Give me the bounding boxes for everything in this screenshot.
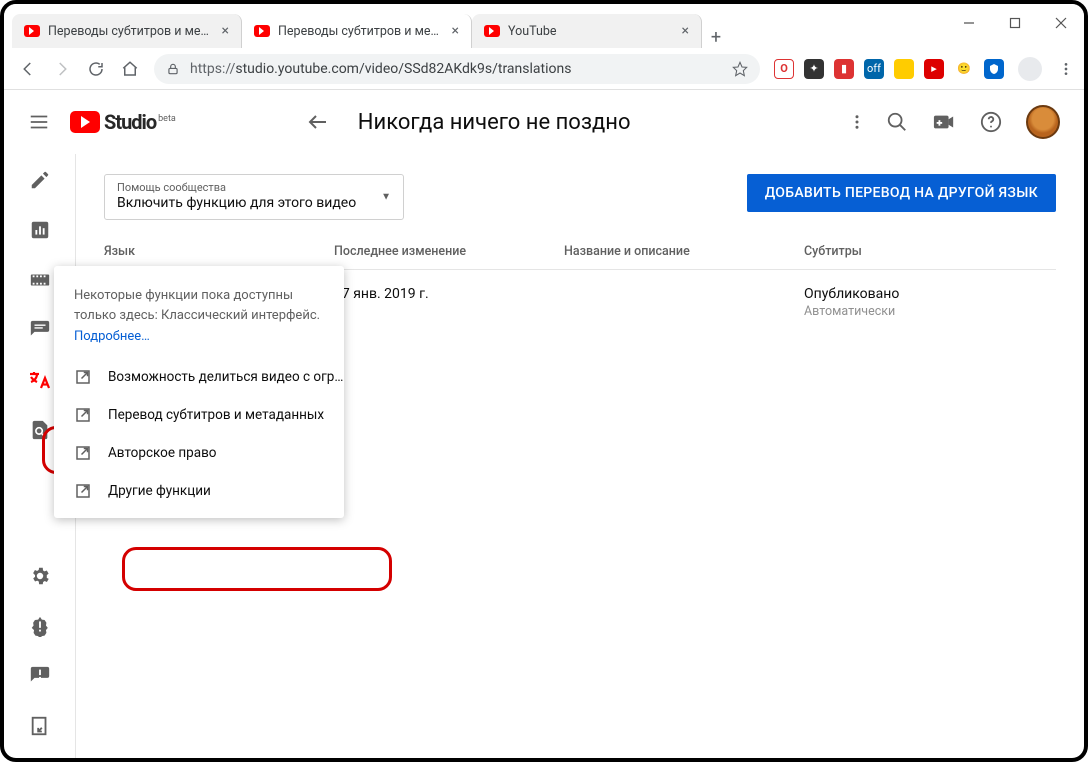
- sidebar-classic-icon[interactable]: [28, 714, 52, 738]
- browser-menu-button[interactable]: [1056, 59, 1076, 79]
- dropdown-label: Помощь сообщества: [117, 181, 373, 194]
- sidebar-feedback-icon[interactable]: [28, 664, 52, 688]
- browser-tab[interactable]: Переводы субтитров и метадан ×: [12, 14, 242, 48]
- col-language: Язык: [104, 244, 334, 259]
- external-link-icon: [74, 482, 92, 500]
- extension-icon[interactable]: O: [774, 59, 794, 79]
- popup-item-share[interactable]: Возможность делиться видео с огр…: [54, 358, 344, 396]
- url-text: https://studio.youtube.com/video/SSd82AK…: [190, 61, 571, 77]
- extension-icon[interactable]: ▮: [834, 59, 854, 79]
- close-window-button[interactable]: [1038, 4, 1084, 42]
- sidebar-other-features-icon[interactable]: [28, 418, 52, 442]
- header-back-button[interactable]: [306, 110, 330, 134]
- search-button[interactable]: [886, 111, 908, 133]
- tab-title: Переводы субтитров и метадан: [48, 24, 214, 39]
- youtube-favicon-icon: [484, 25, 500, 37]
- extension-icon[interactable]: ✦: [804, 59, 824, 79]
- sidebar-translations-icon[interactable]: [28, 368, 52, 392]
- sidebar-settings-icon[interactable]: [28, 564, 52, 588]
- tab-title: Переводы субтитров и метадан: [278, 24, 444, 39]
- help-button[interactable]: [980, 111, 1002, 133]
- cell-modified: 17 янв. 2019 г.: [334, 286, 564, 302]
- browser-tab-active[interactable]: Переводы субтитров и метадан ×: [242, 14, 472, 48]
- extension-icon[interactable]: [894, 59, 914, 79]
- sidebar-comments-icon[interactable]: [28, 318, 52, 342]
- youtube-logo-icon: [70, 111, 100, 133]
- page-title: Никогда ничего не поздно: [358, 110, 820, 135]
- logo-text: Studio: [104, 110, 156, 134]
- external-link-icon: [74, 444, 92, 462]
- external-link-icon: [74, 406, 92, 424]
- browser-toolbar: https://studio.youtube.com/video/SSd82AK…: [4, 48, 1084, 90]
- titlebar: Переводы субтитров и метадан × Переводы …: [4, 4, 1084, 48]
- hamburger-menu-button[interactable]: [28, 111, 50, 133]
- sidebar-analytics-icon[interactable]: [28, 218, 52, 242]
- maximize-button[interactable]: [992, 4, 1038, 42]
- home-button[interactable]: [120, 59, 140, 79]
- channel-avatar[interactable]: [1026, 105, 1060, 139]
- youtube-studio-logo[interactable]: Studio beta: [70, 110, 176, 134]
- extensions-row: O ✦ ▮ off ▸ 🙂: [774, 59, 1004, 79]
- external-link-icon: [74, 368, 92, 386]
- sidebar-whatsnew-icon[interactable]: [28, 614, 52, 638]
- window-controls: [946, 4, 1084, 42]
- col-title-desc: Название и описание: [564, 244, 804, 259]
- tab-title: YouTube: [508, 24, 674, 39]
- tabs-strip: Переводы субтитров и метадан × Переводы …: [12, 8, 730, 48]
- popup-item-copyright[interactable]: Авторское право: [54, 434, 344, 472]
- forward-button[interactable]: [52, 59, 72, 79]
- cell-subtitles: Опубликовано Автоматически: [804, 286, 1056, 319]
- star-icon[interactable]: [732, 61, 748, 77]
- browser-profile-icon[interactable]: [1018, 57, 1042, 81]
- sidebar-edit-icon[interactable]: [28, 168, 52, 192]
- address-bar[interactable]: https://studio.youtube.com/video/SSd82AK…: [154, 54, 760, 84]
- community-help-dropdown[interactable]: Помощь сообщества Включить функцию для э…: [104, 174, 404, 220]
- more-options-button[interactable]: [848, 113, 866, 131]
- add-translation-button[interactable]: ДОБАВИТЬ ПЕРЕВОД НА ДРУГОЙ ЯЗЫК: [747, 174, 1056, 212]
- lock-icon: [166, 62, 180, 76]
- popup-learn-more-link[interactable]: Подробнее…: [54, 325, 344, 358]
- popup-description: Некоторые функции пока доступны только з…: [54, 286, 344, 325]
- col-subtitles: Субтитры: [804, 244, 1056, 259]
- new-tab-button[interactable]: +: [702, 27, 730, 48]
- sidebar-editor-icon[interactable]: [28, 268, 52, 292]
- reload-button[interactable]: [86, 59, 106, 79]
- extension-icon[interactable]: ▸: [924, 59, 944, 79]
- close-tab-icon[interactable]: ×: [452, 23, 459, 39]
- youtube-favicon-icon: [24, 25, 40, 37]
- popup-item-translations[interactable]: Перевод субтитров и метаданных: [54, 396, 344, 434]
- browser-tab[interactable]: YouTube ×: [472, 14, 702, 48]
- classic-features-popup: Некоторые функции пока доступны только з…: [54, 266, 344, 518]
- logo-beta: beta: [158, 114, 176, 124]
- popup-item-other[interactable]: Другие функции: [54, 472, 344, 510]
- extension-icon[interactable]: off: [864, 59, 884, 79]
- create-video-button[interactable]: [932, 111, 956, 133]
- dropdown-value: Включить функцию для этого видео: [117, 195, 373, 211]
- extension-icon[interactable]: [984, 59, 1004, 79]
- extension-icon[interactable]: 🙂: [954, 59, 974, 79]
- col-modified: Последнее изменение: [334, 244, 564, 259]
- youtube-favicon-icon: [254, 25, 270, 37]
- close-tab-icon[interactable]: ×: [682, 23, 689, 39]
- minimize-button[interactable]: [946, 4, 992, 42]
- back-button[interactable]: [18, 59, 38, 79]
- close-tab-icon[interactable]: ×: [222, 23, 229, 39]
- browser-window: Переводы субтитров и метадан × Переводы …: [0, 0, 1088, 762]
- app-header: Studio beta Никогда ничего не поздно: [4, 90, 1084, 154]
